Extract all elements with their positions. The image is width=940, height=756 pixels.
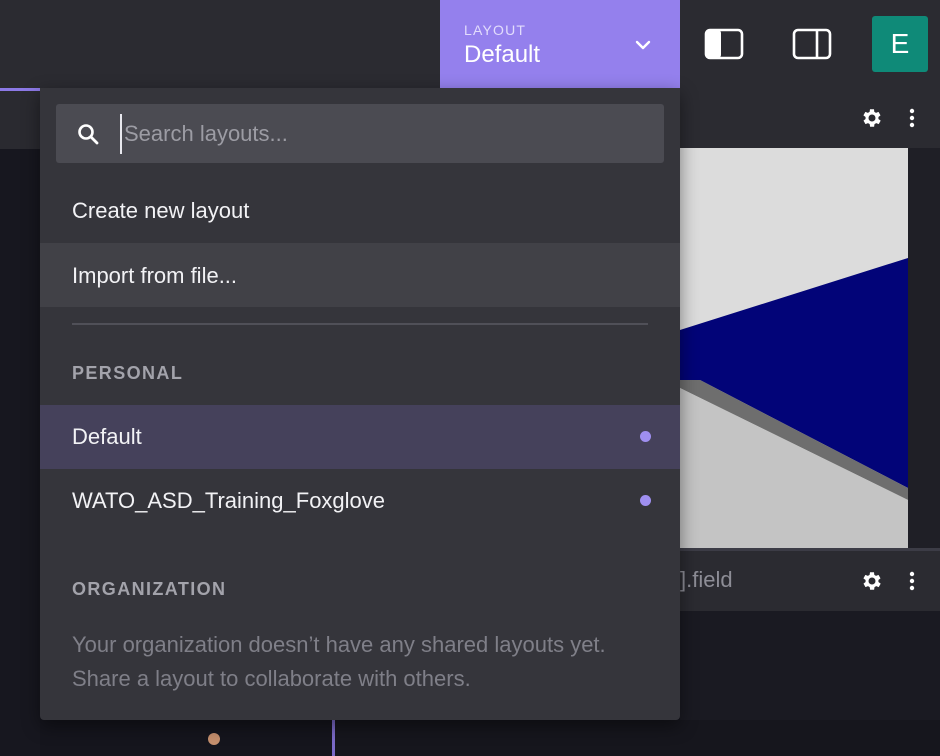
left-sidebar-toggle-icon[interactable] <box>704 28 744 60</box>
right-sidebar-toggle-icon[interactable] <box>792 28 832 60</box>
image-panel-gutter <box>908 148 940 548</box>
more-vertical-icon[interactable] <box>900 106 924 130</box>
panel-title[interactable]: ].field <box>680 567 733 593</box>
menu-item-label: Create new layout <box>72 198 250 223</box>
layout-caption: LAYOUT <box>464 22 527 38</box>
unsaved-changes-dot-icon <box>640 495 651 506</box>
layout-search-box <box>56 104 664 163</box>
field-panel-body <box>680 611 940 720</box>
layout-item-wato-asd-training-foxglove[interactable]: WATO_ASD_Training_Foxglove <box>40 469 680 533</box>
layout-menu: Create new layout Import from file... PE… <box>40 88 680 720</box>
import-from-file-item[interactable]: Import from file... <box>40 243 680 307</box>
layout-search-input[interactable] <box>120 114 644 154</box>
image-panel-toolbar <box>680 88 940 148</box>
app-header: LAYOUT Default E <box>0 0 940 88</box>
unsaved-changes-dot-icon <box>640 431 651 442</box>
chevron-down-icon <box>635 40 651 50</box>
organization-empty-message: Your organization doesn’t have any share… <box>72 632 606 691</box>
user-avatar[interactable]: E <box>872 16 928 72</box>
field-panel-toolbar: ].field <box>680 551 940 611</box>
personal-section-heading: PERSONAL <box>72 363 184 383</box>
search-icon <box>78 124 99 145</box>
more-vertical-icon[interactable] <box>900 569 924 593</box>
gear-icon[interactable] <box>860 106 884 130</box>
layout-selector-button[interactable]: LAYOUT Default <box>440 0 680 88</box>
left-panel-body <box>0 149 40 756</box>
current-layout-name: Default <box>464 41 541 68</box>
organization-section-heading: ORGANIZATION <box>72 579 227 599</box>
map-marker <box>208 733 220 745</box>
menu-item-label: Import from file... <box>72 263 238 288</box>
camera-image <box>680 148 908 548</box>
create-new-layout-item[interactable]: Create new layout <box>40 178 680 242</box>
layout-item-label: Default <box>72 424 142 449</box>
layout-item-label: WATO_ASD_Training_Foxglove <box>72 488 386 513</box>
lower-panel-body <box>335 720 940 756</box>
gear-icon[interactable] <box>860 569 884 593</box>
menu-divider <box>72 323 648 325</box>
left-panel-toolbar <box>0 91 40 149</box>
app-window: LAYOUT Default E].field Search layouts.… <box>0 0 940 756</box>
layout-item-default[interactable]: Default <box>40 405 680 469</box>
